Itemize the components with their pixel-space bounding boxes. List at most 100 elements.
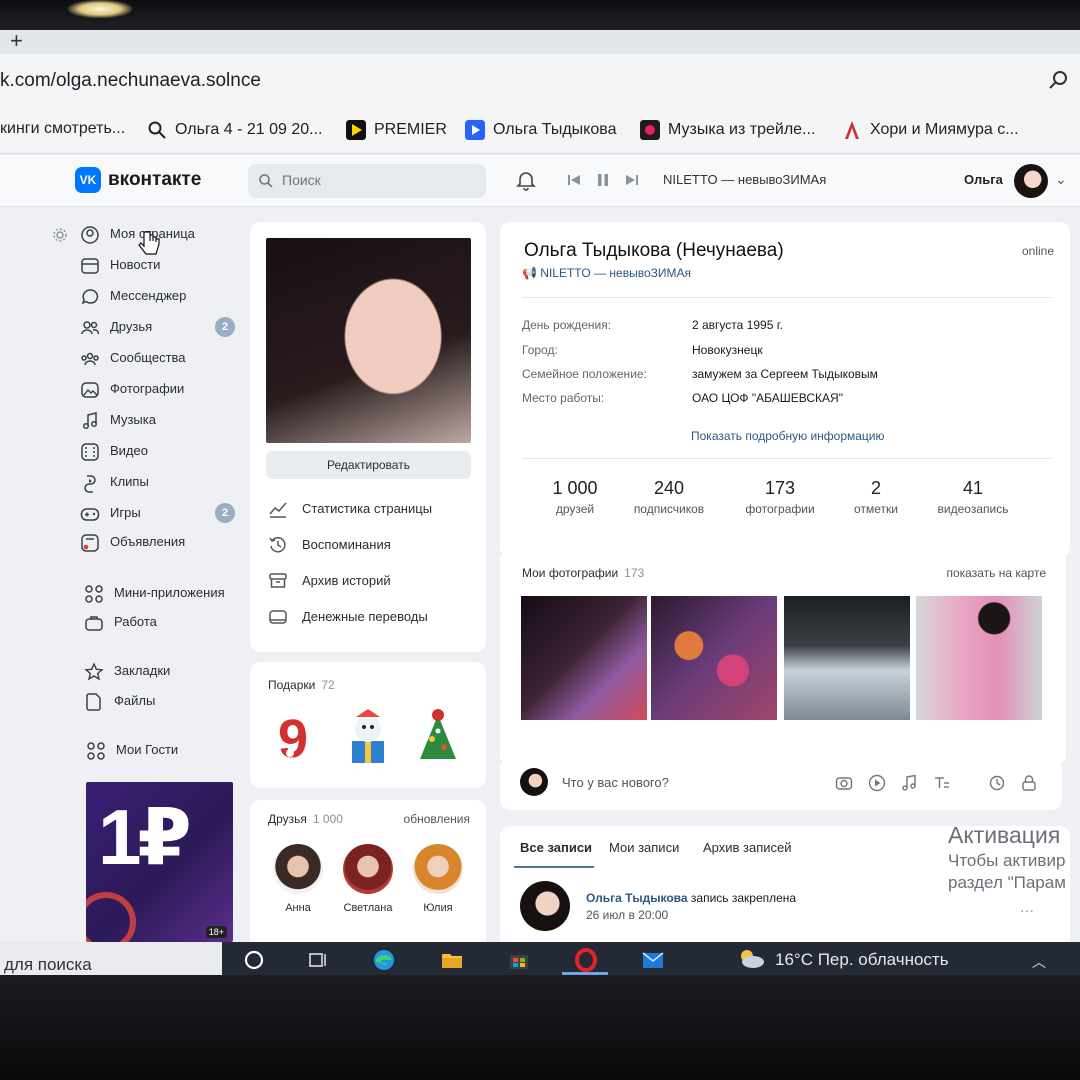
menu-item-friends[interactable]: Друзья 2 <box>80 316 240 340</box>
menu-item-my-guests[interactable]: Мои Гости <box>86 739 246 763</box>
friends-title[interactable]: Друзья 1 000 <box>268 812 343 826</box>
friend-item[interactable]: Светлана <box>338 844 398 914</box>
menu-item-files[interactable]: Файлы <box>84 690 244 714</box>
bookmark-item[interactable]: Ольга Тыдыкова <box>465 120 616 140</box>
info-label: Место работы: <box>522 391 605 405</box>
tab-all-posts[interactable]: Все записи <box>520 840 592 855</box>
header-username[interactable]: Ольга <box>964 172 1003 187</box>
menu-item-communities[interactable]: Сообщества <box>80 347 240 371</box>
address-bar[interactable]: k.com/olga.nechunaeva.solnce <box>0 54 1080 106</box>
friend-item[interactable]: Юлия <box>408 844 468 914</box>
menu-label: Работа <box>114 614 157 629</box>
bookmark-item[interactable]: Ольга 4 - 21 09 20... <box>147 120 323 140</box>
chevron-down-icon[interactable]: ⌄ <box>1055 171 1067 188</box>
menu-item-photos[interactable]: Фотографии <box>80 378 240 402</box>
vk-brand[interactable]: вконтакте <box>108 169 201 191</box>
camera-icon[interactable] <box>835 774 853 792</box>
previous-track-icon[interactable] <box>565 171 583 189</box>
pause-icon[interactable] <box>594 171 612 189</box>
profile-status[interactable]: 📢 NILETTO — невывоЗИМАя <box>522 266 691 280</box>
action-memories[interactable]: Воспоминания <box>268 533 478 557</box>
bookmark-item[interactable]: PREMIER <box>346 120 447 140</box>
new-post-input[interactable]: Что у вас нового? <box>562 775 669 790</box>
gift-tree-icon[interactable] <box>412 707 464 767</box>
tab-my-posts[interactable]: Мои записи <box>609 840 679 855</box>
more-icon[interactable]: ··· <box>1020 902 1034 918</box>
profile-photo[interactable] <box>266 238 471 443</box>
weather-widget[interactable]: 16°C Пер. облачность <box>741 950 949 970</box>
counter-photos[interactable]: 173 фотографии <box>725 478 835 516</box>
photos-title[interactable]: Мои фотографии 173 <box>522 566 644 580</box>
video-play-icon[interactable] <box>868 774 886 792</box>
photo-thumbnail[interactable] <box>916 596 1042 720</box>
edge-browser-icon[interactable] <box>372 948 396 972</box>
taskbar-search[interactable]: для поиска <box>0 942 222 975</box>
counter-tags[interactable]: 2 отметки <box>821 478 931 516</box>
friends-updates-link[interactable]: обновления <box>404 812 470 826</box>
gift-snowman-icon[interactable] <box>342 707 394 767</box>
gift-nine-icon[interactable]: 9 <box>272 707 324 767</box>
show-on-map-link[interactable]: показать на карте <box>947 566 1047 580</box>
info-value[interactable]: замужем за Сергеем Тыдыковым <box>692 367 878 381</box>
menu-item-clips[interactable]: Клипы <box>80 471 240 495</box>
bookmark-item[interactable]: Хори и Миямура с... <box>842 120 1019 140</box>
tab-posts-archive[interactable]: Архив записей <box>703 840 792 855</box>
next-track-icon[interactable] <box>623 171 641 189</box>
menu-item-bookmarks[interactable]: Закладки <box>84 660 244 684</box>
url-text[interactable]: k.com/olga.nechunaeva.solnce <box>0 70 261 92</box>
cortana-icon[interactable] <box>242 948 266 972</box>
action-stats[interactable]: Статистика страницы <box>268 497 478 521</box>
avatar[interactable] <box>520 881 570 931</box>
bookmark-item[interactable]: Музыка из трейле... <box>640 120 815 140</box>
photo-thumbnail[interactable] <box>784 596 910 720</box>
menu-label: Мини-приложения <box>114 585 225 600</box>
mail-icon[interactable] <box>641 948 665 972</box>
post-date[interactable]: 26 июл в 20:00 <box>586 908 668 922</box>
show-hidden-icons-chevron-icon[interactable]: ︿ <box>1032 952 1046 972</box>
counter-followers[interactable]: 240 подписчиков <box>614 478 724 516</box>
friend-item[interactable]: Анна <box>268 844 328 914</box>
photo-thumbnail[interactable] <box>651 596 777 720</box>
gifts-card[interactable]: Подарки 72 9 <box>250 662 486 788</box>
file-explorer-icon[interactable] <box>440 948 464 972</box>
menu-item-ads[interactable]: Объявления <box>80 531 240 555</box>
menu-item-messenger[interactable]: Мессенджер <box>80 285 240 309</box>
info-value[interactable]: ОАО ЦОФ "АБАШЕВСКАЯ" <box>692 391 843 405</box>
now-playing-track[interactable]: NILETTO — невывоЗИМАя <box>663 172 826 187</box>
search-box[interactable] <box>248 164 486 198</box>
edit-profile-button[interactable]: Редактировать <box>266 451 471 479</box>
post-author[interactable]: Ольга Тыдыкова запись закреплена <box>586 891 796 905</box>
search-icon[interactable] <box>1048 69 1070 91</box>
store-icon[interactable] <box>507 948 531 972</box>
vk-logo[interactable]: VK <box>75 167 101 193</box>
music-icon <box>82 412 98 430</box>
menu-item-games[interactable]: Игры 2 <box>80 502 240 526</box>
action-money-transfers[interactable]: Денежные переводы <box>268 605 478 629</box>
new-post-box[interactable]: Что у вас нового? <box>500 758 1062 810</box>
bookmark-label: Музыка из трейле... <box>668 121 816 138</box>
opera-icon[interactable] <box>574 948 598 972</box>
counter-number: 240 <box>653 478 685 498</box>
action-story-archive[interactable]: Архив историй <box>268 569 478 593</box>
new-tab-button[interactable]: + <box>10 30 23 54</box>
menu-item-video[interactable]: Видео <box>80 440 240 464</box>
menu-item-work[interactable]: Работа <box>84 611 244 635</box>
show-more-info-link[interactable]: Показать подробную информацию <box>691 429 885 443</box>
music-icon[interactable] <box>900 774 918 792</box>
counter-videos[interactable]: 41 видеозапись <box>918 478 1028 516</box>
gear-icon[interactable] <box>53 228 67 242</box>
ad-banner[interactable]: 1₽ 18+ <box>86 782 233 942</box>
info-value[interactable]: Новокузнецк <box>692 343 763 357</box>
settings-icon[interactable] <box>988 774 1006 792</box>
bell-icon[interactable] <box>515 169 537 191</box>
article-icon[interactable] <box>933 774 951 792</box>
menu-item-music[interactable]: Музыка <box>80 409 240 433</box>
bookmark-item[interactable]: кинги смотреть... <box>0 120 125 138</box>
info-value[interactable]: 2 августа 1995 г. <box>692 318 783 332</box>
search-input[interactable] <box>282 172 472 188</box>
avatar[interactable] <box>1014 164 1048 198</box>
photo-thumbnail[interactable] <box>521 596 647 720</box>
lock-icon[interactable] <box>1020 774 1038 792</box>
task-view-icon[interactable] <box>306 948 330 972</box>
menu-item-mini-apps[interactable]: Мини-приложения <box>84 582 244 606</box>
